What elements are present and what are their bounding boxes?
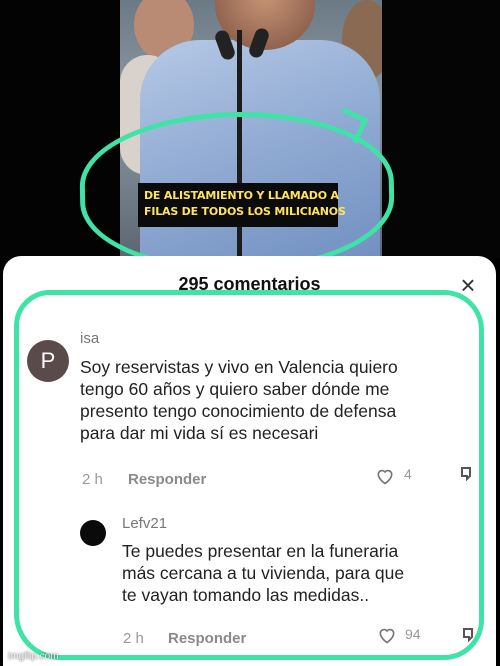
video-letterbox-right	[382, 0, 500, 258]
highlight-outline	[14, 290, 484, 660]
watermark: imgflip.com	[8, 651, 59, 662]
